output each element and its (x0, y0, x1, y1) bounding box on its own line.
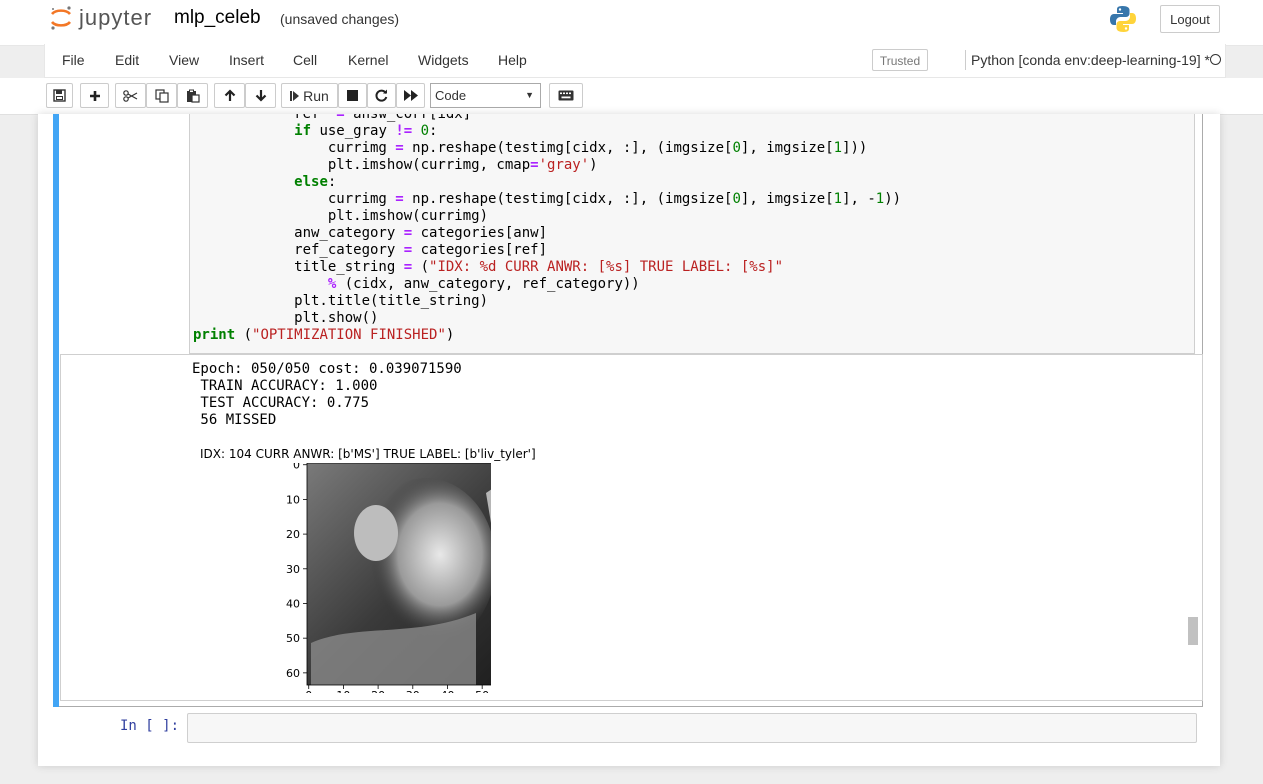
stop-icon (347, 90, 358, 101)
cell-output[interactable]: Epoch: 050/050 cost: 0.039071590 TRAIN A… (60, 354, 1203, 701)
notebook-name[interactable]: mlp_celeb (174, 7, 261, 29)
code-line: plt.imshow(currimg) (193, 208, 489, 224)
plot-image: 0102030405060 0102030405060 (286, 463, 491, 693)
code-line: anw_category = categories[anw] (193, 225, 548, 241)
y-tick-label: 60 (286, 667, 300, 680)
cell-type-select[interactable]: Code ▼ (430, 83, 541, 108)
code-line: currimg = np.reshape(testimg[cidx, :], (… (193, 140, 868, 156)
output-line: 56 MISSED (192, 412, 277, 428)
menu-view[interactable]: View (169, 52, 199, 68)
code-line: print ("OPTIMIZATION FINISHED") (193, 327, 455, 343)
command-palette-button[interactable] (549, 83, 583, 108)
trusted-badge[interactable]: Trusted (872, 49, 928, 71)
jupyter-logo-icon[interactable] (49, 5, 73, 31)
x-axis: 0102030405060 (305, 685, 489, 693)
output-line: TRAIN ACCURACY: 1.000 (192, 378, 378, 394)
plot-title: IDX: 104 CURR ANWR: [b'MS'] TRUE LABEL: … (200, 447, 536, 461)
menu-widgets[interactable]: Widgets (418, 52, 469, 68)
run-button[interactable]: Run (281, 83, 338, 108)
output-line: Epoch: 050/050 cost: 0.039071590 (192, 361, 462, 377)
logout-button[interactable]: Logout (1160, 5, 1220, 33)
python-logo-icon (1110, 6, 1136, 32)
code-content: ref = answ_corr[idx] if use_gray != 0: c… (193, 114, 901, 344)
kernel-idle-indicator-icon (1210, 54, 1221, 65)
code-editor[interactable]: ref = answ_corr[idx] if use_gray != 0: c… (189, 114, 1195, 354)
menu-kernel[interactable]: Kernel (348, 52, 388, 68)
save-icon (53, 89, 66, 102)
run-label: Run (303, 87, 329, 104)
code-line: title_string = ("IDX: %d CURR ANWR: [%s]… (193, 259, 784, 275)
y-tick-label: 0 (293, 463, 300, 472)
y-tick-label: 30 (286, 563, 300, 576)
move-up-button[interactable] (214, 83, 245, 108)
code-input[interactable] (187, 713, 1197, 743)
code-line: ref_category = categories[ref] (193, 242, 548, 258)
plus-icon (89, 90, 100, 101)
output-scrollbar[interactable] (1187, 355, 1202, 700)
keyboard-icon (558, 90, 574, 101)
cut-button[interactable] (115, 83, 146, 108)
cell-selection-bar (53, 114, 59, 707)
code-line: else: (294, 174, 337, 190)
menu-edit[interactable]: Edit (115, 52, 139, 68)
interrupt-kernel-button[interactable] (338, 83, 367, 108)
code-line: ref = answ_corr[idx] (193, 114, 472, 122)
menu-help[interactable]: Help (498, 52, 527, 68)
restart-run-all-button[interactable] (396, 83, 425, 108)
code-cell-empty[interactable]: In [ ]: (60, 710, 1210, 746)
code-line: if use_gray != 0: (294, 123, 438, 139)
copy-button[interactable] (146, 83, 177, 108)
x-tick-label: 50 (475, 689, 489, 693)
step-forward-icon (290, 90, 300, 101)
menu-cell[interactable]: Cell (293, 52, 317, 68)
y-tick-label: 10 (286, 493, 300, 506)
save-button[interactable] (46, 83, 73, 108)
scissors-icon (123, 89, 138, 102)
arrow-down-icon (255, 90, 266, 102)
menu-insert[interactable]: Insert (229, 52, 264, 68)
code-line: plt.title(title_string) (193, 293, 489, 309)
x-tick-label: 20 (371, 689, 385, 693)
arrow-up-icon (224, 89, 235, 101)
x-tick-label: 10 (336, 689, 350, 693)
cell-type-value: Code (435, 88, 467, 103)
scrollbar-thumb[interactable] (1188, 617, 1198, 645)
y-tick-label: 50 (286, 632, 300, 645)
copy-icon (154, 88, 169, 103)
x-tick-label: 30 (406, 689, 420, 693)
input-prompt: In [ ]: (120, 718, 180, 734)
code-line: % (cidx, anw_category, ref_category)) (327, 276, 640, 292)
kernel-name[interactable]: Python [conda env:deep-learning-19] * (971, 52, 1210, 68)
notebook-header: jupyter mlp_celeb (unsaved changes) Logo… (0, 0, 1263, 46)
output-line: TEST ACCURACY: 0.775 (192, 395, 370, 411)
code-line: plt.show() (193, 310, 379, 326)
x-tick-label: 40 (440, 689, 454, 693)
photo-face (354, 505, 398, 561)
x-tick-label: 0 (305, 689, 312, 693)
paste-icon (186, 89, 200, 103)
kernel-separator (965, 50, 966, 70)
y-tick-label: 20 (286, 528, 300, 541)
menu-file[interactable]: File (62, 52, 85, 68)
restart-kernel-button[interactable] (367, 83, 396, 108)
chevron-down-icon: ▼ (525, 90, 534, 100)
toolbar: Run Code ▼ (0, 78, 1263, 115)
paste-button[interactable] (177, 83, 208, 108)
y-tick-label: 40 (286, 597, 300, 610)
notebook-container: ref = answ_corr[idx] if use_gray != 0: c… (38, 114, 1220, 766)
output-text: Epoch: 050/050 cost: 0.039071590 TRAIN A… (192, 361, 462, 429)
jupyter-logo-text[interactable]: jupyter (79, 5, 152, 31)
refresh-icon (375, 89, 388, 102)
move-down-button[interactable] (245, 83, 276, 108)
code-line: plt.imshow(currimg, cmap='gray') (193, 157, 598, 173)
code-line: currimg = np.reshape(testimg[cidx, :], (… (193, 191, 902, 207)
save-status: (unsaved changes) (280, 11, 400, 27)
menu-bar: File Edit View Insert Cell Kernel Widget… (44, 44, 1226, 78)
insert-cell-button[interactable] (80, 83, 109, 108)
fast-forward-icon (403, 90, 418, 101)
